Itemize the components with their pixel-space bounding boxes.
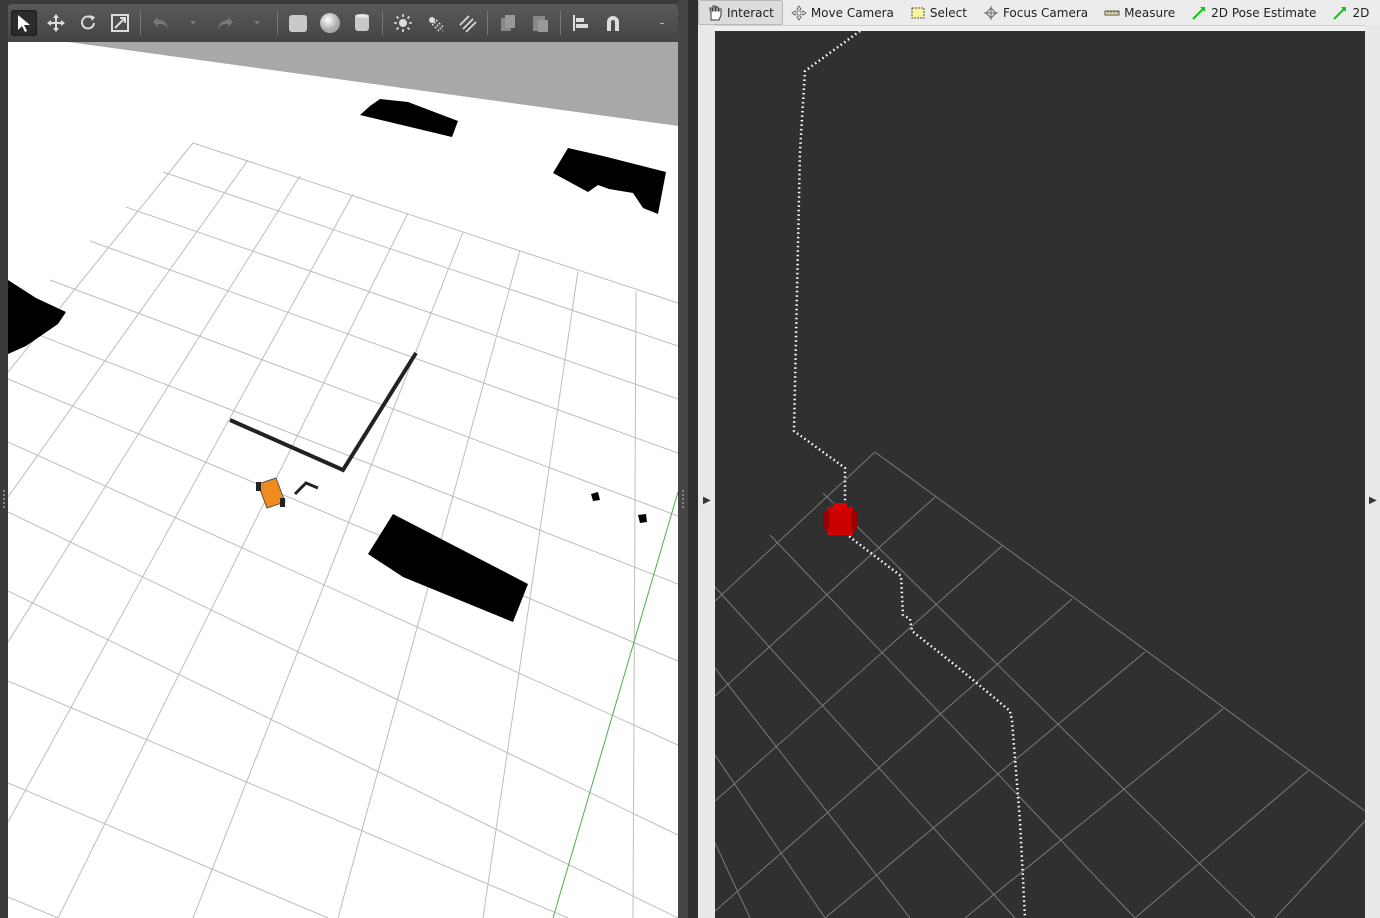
cylinder-shape-icon[interactable] (349, 10, 375, 36)
nav-goal-tool-button[interactable]: 2D (1324, 0, 1377, 25)
toolbar-separator (382, 11, 383, 35)
expand-right-arrow-icon[interactable]: ▶ (1369, 495, 1377, 506)
center-splitter[interactable] (678, 0, 688, 918)
snap-magnet-icon[interactable] (600, 10, 626, 36)
expand-left-arrow-icon[interactable]: ▶ (703, 495, 711, 506)
undo-dropdown-icon[interactable] (180, 10, 206, 36)
left-splitter[interactable] (0, 0, 8, 918)
directional-light-icon[interactable] (454, 10, 480, 36)
toolbar-separator (277, 11, 278, 35)
redo-icon[interactable] (212, 10, 238, 36)
interact-tool-button[interactable]: Interact (698, 0, 783, 25)
green-arrow-icon (1192, 6, 1206, 20)
select-arrow-icon[interactable] (11, 10, 37, 36)
copy-icon[interactable] (495, 10, 521, 36)
sphere-shape-icon[interactable] (317, 10, 343, 36)
rviz-3d-viewport[interactable] (715, 31, 1365, 918)
spot-light-icon[interactable] (422, 10, 448, 36)
measure-tool-label: Measure (1124, 5, 1176, 20)
select-tool-button[interactable]: Select (902, 0, 975, 25)
focus-camera-icon (983, 5, 998, 20)
undo-icon[interactable] (148, 10, 174, 36)
green-arrow-icon (1333, 6, 1347, 20)
gazebo-window: - (0, 0, 688, 918)
select-rect-icon (911, 7, 925, 18)
toolbar-overflow-button[interactable]: - (649, 10, 675, 36)
move-camera-tool-label: Move Camera (810, 5, 894, 20)
move-camera-tool-button[interactable]: Move Camera (783, 0, 902, 25)
rotate-icon[interactable] (75, 10, 101, 36)
align-icon[interactable] (568, 10, 594, 36)
gazebo-toolbar: - (8, 4, 678, 42)
interact-tool-label: Interact (727, 5, 774, 20)
focus-camera-tool-label: Focus Camera (1002, 5, 1089, 20)
move-camera-icon (791, 4, 807, 21)
nav-goal-tool-label: 2D (1352, 5, 1370, 20)
box-shape-icon[interactable] (285, 10, 311, 36)
right-dock-collapse-bar[interactable]: ▶ (1365, 25, 1380, 918)
rviz-tool-toolbar: Interact Move Camera Select Focus Camera… (698, 0, 1380, 26)
redo-dropdown-icon[interactable] (244, 10, 270, 36)
paste-icon[interactable] (527, 10, 553, 36)
translate-icon[interactable] (43, 10, 69, 36)
point-light-icon[interactable] (390, 10, 416, 36)
pose-estimate-tool-button[interactable]: 2D Pose Estimate (1183, 0, 1324, 25)
toolbar-separator (487, 11, 488, 35)
planned-path (792, 31, 1027, 918)
rviz-grid (715, 451, 1365, 918)
measure-tool-button[interactable]: Measure (1096, 0, 1183, 25)
select-tool-label: Select (929, 5, 967, 20)
rviz-window: Interact Move Camera Select Focus Camera… (698, 0, 1380, 918)
ruler-icon (1104, 10, 1120, 15)
focus-camera-tool-button[interactable]: Focus Camera (975, 0, 1096, 25)
gazebo-3d-viewport[interactable] (8, 42, 678, 918)
scale-icon[interactable] (107, 10, 133, 36)
toolbar-separator (140, 11, 141, 35)
pose-estimate-tool-label: 2D Pose Estimate (1211, 5, 1317, 20)
robot-model-rviz (823, 503, 857, 535)
toolbar-separator (560, 11, 561, 35)
left-dock-collapse-bar[interactable]: ▶ (698, 25, 715, 918)
hand-icon (709, 5, 722, 20)
